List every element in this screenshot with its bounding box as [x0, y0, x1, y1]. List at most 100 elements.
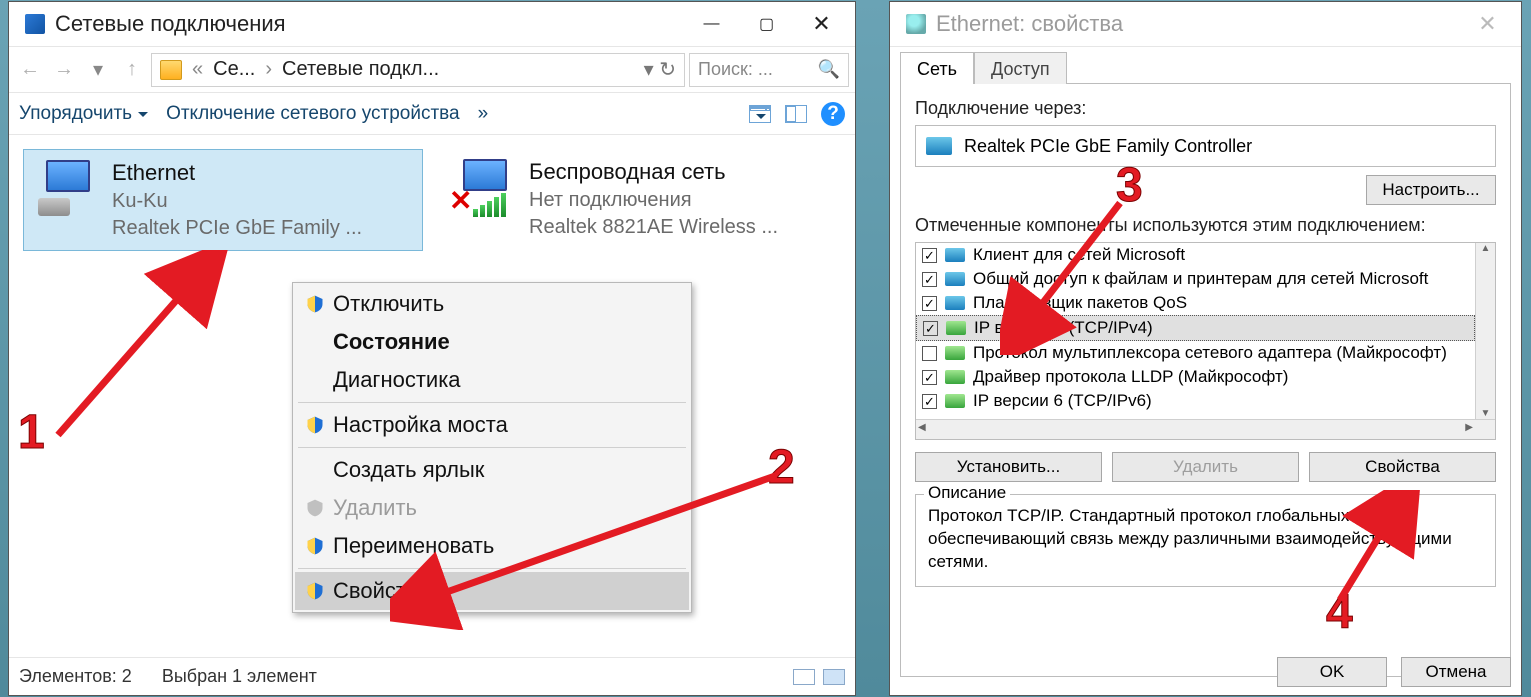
- wireless-icon: ✕: [449, 157, 519, 217]
- network-icon: [25, 14, 45, 34]
- component-label: Драйвер протокола LLDP (Майкрософт): [973, 367, 1288, 387]
- annotation-2: 2: [768, 440, 795, 495]
- selected-count: Выбран 1 элемент: [162, 666, 317, 687]
- checkbox[interactable]: [922, 272, 937, 287]
- component-item[interactable]: IP версии 4 (TCP/IPv4): [916, 315, 1475, 341]
- checkbox[interactable]: [922, 370, 937, 385]
- shield-icon: [305, 535, 325, 557]
- shield-icon: [305, 497, 325, 519]
- address-bar: ← → ▾ ↑ « Се... › Сетевые подкл... ▾ ↻ П…: [9, 47, 855, 93]
- protocol-icon: [946, 321, 966, 335]
- component-item[interactable]: Драйвер протокола LLDP (Майкрософт): [916, 365, 1475, 389]
- breadcrumb[interactable]: « Се... › Сетевые подкл... ▾ ↻: [151, 53, 685, 87]
- toolbar: Упорядочить Отключение сетевого устройст…: [9, 93, 855, 135]
- ctx-delete: Удалить: [295, 489, 689, 527]
- folder-icon: [160, 60, 182, 80]
- shield-icon: [305, 293, 325, 315]
- install-button[interactable]: Установить...: [915, 452, 1102, 482]
- breadcrumb-segment[interactable]: Сетевые подкл...: [282, 58, 439, 81]
- component-label: IP версии 6 (TCP/IPv6): [973, 391, 1152, 411]
- protocol-icon: [945, 272, 965, 286]
- components-list[interactable]: Клиент для сетей Microsoft Общий доступ к…: [915, 242, 1496, 440]
- maximize-button[interactable]: ▢: [739, 7, 794, 41]
- horizontal-scrollbar[interactable]: [916, 419, 1495, 439]
- ctx-disable[interactable]: Отключить: [295, 285, 689, 323]
- ctx-rename[interactable]: Переименовать: [295, 527, 689, 565]
- back-button[interactable]: ←: [15, 55, 45, 85]
- search-icon: 🔍: [818, 59, 840, 80]
- close-button[interactable]: ✕: [1460, 7, 1515, 41]
- protocol-icon: [945, 296, 965, 310]
- status-bar: Элементов: 2 Выбран 1 элемент: [9, 657, 855, 695]
- tab-access[interactable]: Доступ: [974, 52, 1067, 84]
- breadcrumb-segment[interactable]: Се...: [213, 58, 255, 81]
- toolbar-overflow-button[interactable]: »: [478, 103, 489, 125]
- annotation-4: 4: [1326, 585, 1353, 640]
- checkbox[interactable]: [922, 394, 937, 409]
- signal-bars-icon: [473, 193, 506, 217]
- adapter-name: Realtek PCIe GbE Family Controller: [964, 136, 1252, 157]
- tab-strip: Сеть Доступ: [900, 51, 1521, 83]
- preview-pane-button[interactable]: [785, 105, 807, 123]
- connection-wireless[interactable]: ✕ Беспроводная сеть Нет подключения Real…: [441, 149, 841, 249]
- tab-network[interactable]: Сеть: [900, 52, 974, 84]
- ok-button[interactable]: OK: [1277, 657, 1387, 687]
- adapter-field[interactable]: Realtek PCIe GbE Family Controller: [915, 125, 1496, 167]
- recent-dropdown[interactable]: ▾: [83, 55, 113, 85]
- refresh-dropdown-icon[interactable]: ▾ ↻: [644, 57, 676, 82]
- ethernet-icon: [32, 158, 102, 218]
- connection-ethernet[interactable]: Ethernet Ku-Ku Realtek PCIe GbE Family .…: [23, 149, 423, 251]
- item-count: Элементов: 2: [19, 666, 132, 687]
- cancel-button[interactable]: Отмена: [1401, 657, 1511, 687]
- up-button[interactable]: ↑: [117, 55, 147, 85]
- titlebar[interactable]: Ethernet: свойства ✕: [890, 2, 1521, 47]
- disable-device-button[interactable]: Отключение сетевого устройства: [166, 103, 460, 125]
- ctx-diagnose[interactable]: Диагностика: [295, 361, 689, 399]
- component-label: Клиент для сетей Microsoft: [973, 245, 1185, 265]
- connection-name: Ethernet: [112, 158, 362, 188]
- ctx-status[interactable]: Состояние: [295, 323, 689, 361]
- component-label: Общий доступ к файлам и принтерам для се…: [973, 269, 1428, 289]
- organize-menu[interactable]: Упорядочить: [19, 103, 148, 125]
- search-input[interactable]: Поиск: ... 🔍: [689, 53, 849, 87]
- adapter-icon: [906, 14, 926, 34]
- connect-via-label: Подключение через:: [915, 98, 1496, 119]
- checkbox[interactable]: [922, 296, 937, 311]
- checkbox[interactable]: [923, 321, 938, 336]
- component-item[interactable]: IP версии 6 (TCP/IPv6): [916, 389, 1475, 413]
- component-label: IP версии 4 (TCP/IPv4): [974, 318, 1153, 338]
- component-item[interactable]: Общий доступ к файлам и принтерам для се…: [916, 267, 1475, 291]
- context-menu: Отключить Состояние Диагностика Настройк…: [292, 282, 692, 613]
- titlebar[interactable]: Сетевые подключения — ▢ ✕: [9, 2, 855, 47]
- view-layout-button[interactable]: [749, 105, 771, 123]
- component-item[interactable]: Протокол мультиплексора сетевого адаптер…: [916, 341, 1475, 365]
- connection-status: Нет подключения: [529, 187, 778, 214]
- checkbox[interactable]: [922, 248, 937, 263]
- tab-panel: Подключение через: Realtek PCIe GbE Fami…: [900, 83, 1511, 677]
- components-label: Отмеченные компоненты используются этим …: [915, 215, 1496, 236]
- component-item[interactable]: Планировщик пакетов QoS: [916, 291, 1475, 315]
- remove-button: Удалить: [1112, 452, 1299, 482]
- search-placeholder: Поиск: ...: [698, 59, 773, 80]
- help-button[interactable]: ?: [821, 102, 845, 126]
- close-button[interactable]: ✕: [794, 7, 849, 41]
- component-item[interactable]: Клиент для сетей Microsoft: [916, 243, 1475, 267]
- protocol-icon: [945, 370, 965, 384]
- connection-device: Realtek 8821AE Wireless ...: [529, 214, 778, 241]
- checkbox[interactable]: [922, 346, 937, 361]
- connection-device: Realtek PCIe GbE Family ...: [112, 215, 362, 242]
- window-title: Сетевые подключения: [55, 11, 286, 37]
- ctx-properties[interactable]: Свойства: [295, 572, 689, 610]
- description-legend: Описание: [924, 483, 1010, 503]
- vertical-scrollbar[interactable]: [1475, 243, 1495, 419]
- forward-button[interactable]: →: [49, 55, 79, 85]
- protocol-icon: [945, 394, 965, 408]
- description-box: Описание Протокол TCP/IP. Стандартный пр…: [915, 494, 1496, 587]
- minimize-button[interactable]: —: [684, 7, 739, 41]
- tiles-view-button[interactable]: [823, 669, 845, 685]
- details-view-button[interactable]: [793, 669, 815, 685]
- ctx-shortcut[interactable]: Создать ярлык: [295, 451, 689, 489]
- ctx-bridge[interactable]: Настройка моста: [295, 406, 689, 444]
- properties-button[interactable]: Свойства: [1309, 452, 1496, 482]
- configure-button[interactable]: Настроить...: [1366, 175, 1496, 205]
